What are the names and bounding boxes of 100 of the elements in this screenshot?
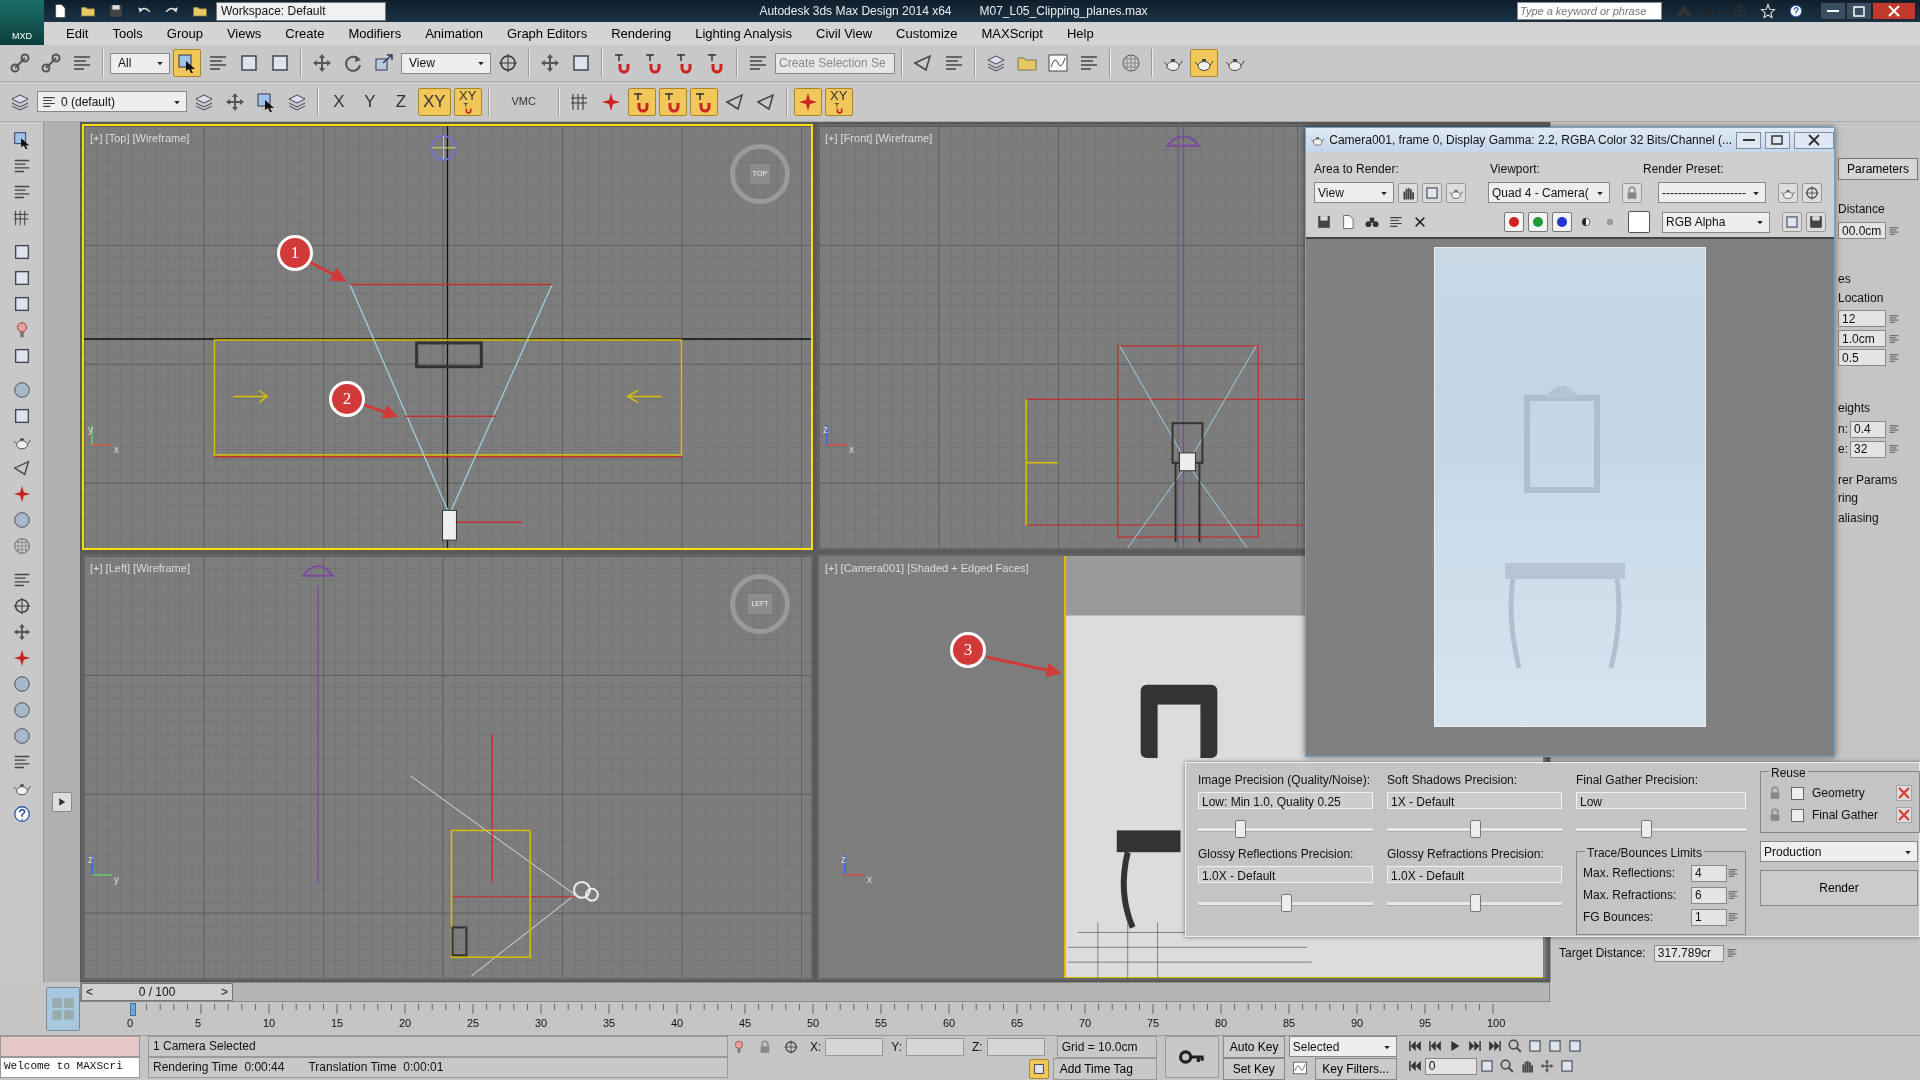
axis-label: x — [114, 443, 119, 457]
panel-label: aliasing — [1838, 510, 1879, 527]
panel-label: eights — [1838, 400, 1871, 417]
current-frame-field[interactable]: 0 — [1424, 1057, 1477, 1075]
menu-item[interactable]: Customize — [884, 23, 970, 44]
frame-number: 70 — [1079, 1016, 1092, 1031]
coordinate-label: X: — [810, 1039, 822, 1056]
frame-number: 75 — [1147, 1016, 1160, 1031]
dropdown-value: 0 (default) — [61, 93, 116, 111]
snap-axis-label: XY — [459, 89, 477, 102]
menu-item[interactable]: Lighting Analysis — [683, 23, 804, 44]
render-button[interactable]: Render — [1760, 870, 1918, 906]
menu-item[interactable]: Civil View — [804, 23, 885, 44]
dropdown[interactable]: 0 (default) — [37, 91, 187, 112]
menu-item[interactable]: Help — [1054, 23, 1106, 44]
spinner-field[interactable]: 6 — [1691, 886, 1727, 904]
menu-item[interactable]: MAXScript — [969, 23, 1055, 44]
coordinate-label: Y: — [891, 1039, 903, 1056]
spinner-field[interactable]: 12 — [1838, 310, 1886, 327]
dropdown[interactable]: View — [401, 52, 491, 74]
viewport-dropdown[interactable]: Quad 4 - Camera( — [1488, 182, 1610, 203]
channel-display-dropdown[interactable]: RGB Alpha — [1662, 211, 1770, 233]
time-slider-thumb[interactable]: < 0 / 100 > — [81, 983, 233, 1001]
spinner-field[interactable]: 1.0cm — [1838, 330, 1886, 347]
frame-number: 35 — [603, 1016, 616, 1031]
frame-counter: 0 / 100 — [137, 984, 177, 1001]
render-mode-dropdown[interactable]: Production — [1760, 841, 1918, 862]
menu-item[interactable]: Group — [154, 23, 215, 44]
rollout-tab[interactable]: Parameters — [1838, 158, 1919, 180]
axis-label: z — [88, 853, 93, 867]
dropdown-value: View — [409, 55, 435, 72]
dropdown[interactable]: All — [110, 52, 170, 74]
spinner-field[interactable]: 0.5 — [1838, 349, 1886, 366]
status-prompt: 1 Camera Selected — [148, 1036, 728, 1057]
frame-number: 100 — [1487, 1016, 1506, 1031]
frame-number: 40 — [671, 1016, 684, 1031]
axis-constraint-button[interactable]: X — [325, 87, 353, 116]
auto-key-button[interactable]: Auto Key — [1222, 1036, 1285, 1058]
frame-number: 15 — [331, 1016, 344, 1031]
spinner-field[interactable]: 00.0cm — [1838, 222, 1886, 239]
set-key-button[interactable]: Set Key — [1222, 1058, 1285, 1080]
menu-item[interactable]: Tools — [100, 23, 155, 44]
menu-item[interactable]: Rendering — [599, 23, 684, 44]
spinner-field[interactable]: 1 — [1691, 908, 1727, 926]
previous-frame-button[interactable]: < — [82, 983, 97, 1001]
menu-item[interactable]: Create — [273, 23, 337, 44]
frame-number: 60 — [943, 1016, 956, 1031]
axis-constraint-button[interactable]: XY — [418, 87, 451, 116]
spinner-field[interactable]: 32 — [1850, 440, 1886, 458]
translation-time-text: Translation Time 0:00:01 — [308, 1059, 444, 1076]
spinner-field[interactable]: 0.4 — [1850, 420, 1886, 438]
frame-number: 90 — [1351, 1016, 1364, 1031]
dropdown-value: RGB Alpha — [1666, 214, 1726, 231]
listener-output[interactable]: Welcome to MAXScri — [0, 1057, 140, 1078]
menu-item[interactable]: Graph Editors — [494, 23, 600, 44]
setting-value: Low: Min 1.0, Quality 0.25 — [1198, 792, 1373, 809]
menu-item[interactable]: Views — [214, 23, 274, 44]
field-label: Max. Reflections: — [1583, 865, 1677, 882]
dropdown-value: All — [118, 55, 132, 72]
setting-value: 1.0X - Default — [1198, 866, 1373, 883]
coordinate-label: Z: — [972, 1039, 983, 1056]
axis-constraint-button[interactable]: VMC — [495, 87, 552, 116]
axis-label: z — [841, 853, 846, 867]
key-filters-button[interactable]: Key Filters... — [1314, 1058, 1397, 1080]
axis-constraint-button[interactable]: Y — [356, 87, 384, 116]
spinner-field[interactable]: 317.789cr — [1653, 944, 1724, 962]
panel-label: es — [1838, 271, 1851, 288]
axis-label: x — [849, 443, 854, 457]
search-field[interactable]: Type a keyword or phrase — [1517, 2, 1662, 20]
preset-dropdown[interactable]: --------------------- — [1658, 182, 1766, 203]
setting-value: Low — [1576, 792, 1746, 809]
frame-number: 45 — [739, 1016, 752, 1031]
snap-axis-button[interactable]: XY — [453, 87, 482, 116]
area-dropdown[interactable]: View — [1314, 182, 1394, 203]
panel-label: ring — [1838, 490, 1858, 507]
field-label: Area to Render: — [1314, 161, 1400, 178]
axis-label: y — [114, 873, 119, 887]
frame-number: 55 — [875, 1016, 888, 1031]
panel-label: Location — [1838, 290, 1884, 307]
field-label: e: — [1838, 441, 1848, 458]
setting-label: Image Precision (Quality/Noise): — [1198, 772, 1372, 789]
menu-item[interactable]: Animation — [413, 23, 495, 44]
application-menu-button[interactable]: MXD — [0, 0, 44, 45]
setting-label: Soft Shadows Precision: — [1387, 772, 1519, 789]
spinner-field[interactable]: 4 — [1691, 864, 1727, 882]
setting-label: Final Gather Precision: — [1576, 772, 1700, 789]
add-time-tag-button[interactable]: Add Time Tag — [1052, 1058, 1157, 1080]
snap-axis-button[interactable]: XY — [824, 87, 853, 116]
selection-set-field[interactable]: Create Selection Se — [775, 52, 895, 74]
axis-constraint-button[interactable]: Z — [387, 87, 415, 116]
next-frame-button[interactable]: > — [217, 983, 232, 1001]
workspace-dropdown[interactable]: Workspace: Default — [216, 1, 386, 21]
menu-item[interactable]: Edit — [54, 23, 101, 44]
window-title: Autodesk 3ds Max Design 2014 x64 — [759, 3, 952, 20]
frame-number: 5 — [195, 1016, 202, 1031]
axis-label: y — [88, 423, 93, 437]
time-slider-track[interactable]: < 0 / 100 > — [80, 982, 1550, 1002]
dropdown-value: Production — [1764, 843, 1822, 861]
menu-item[interactable]: Modifiers — [336, 23, 414, 44]
key-mode-dropdown[interactable]: Selected — [1288, 1036, 1397, 1057]
